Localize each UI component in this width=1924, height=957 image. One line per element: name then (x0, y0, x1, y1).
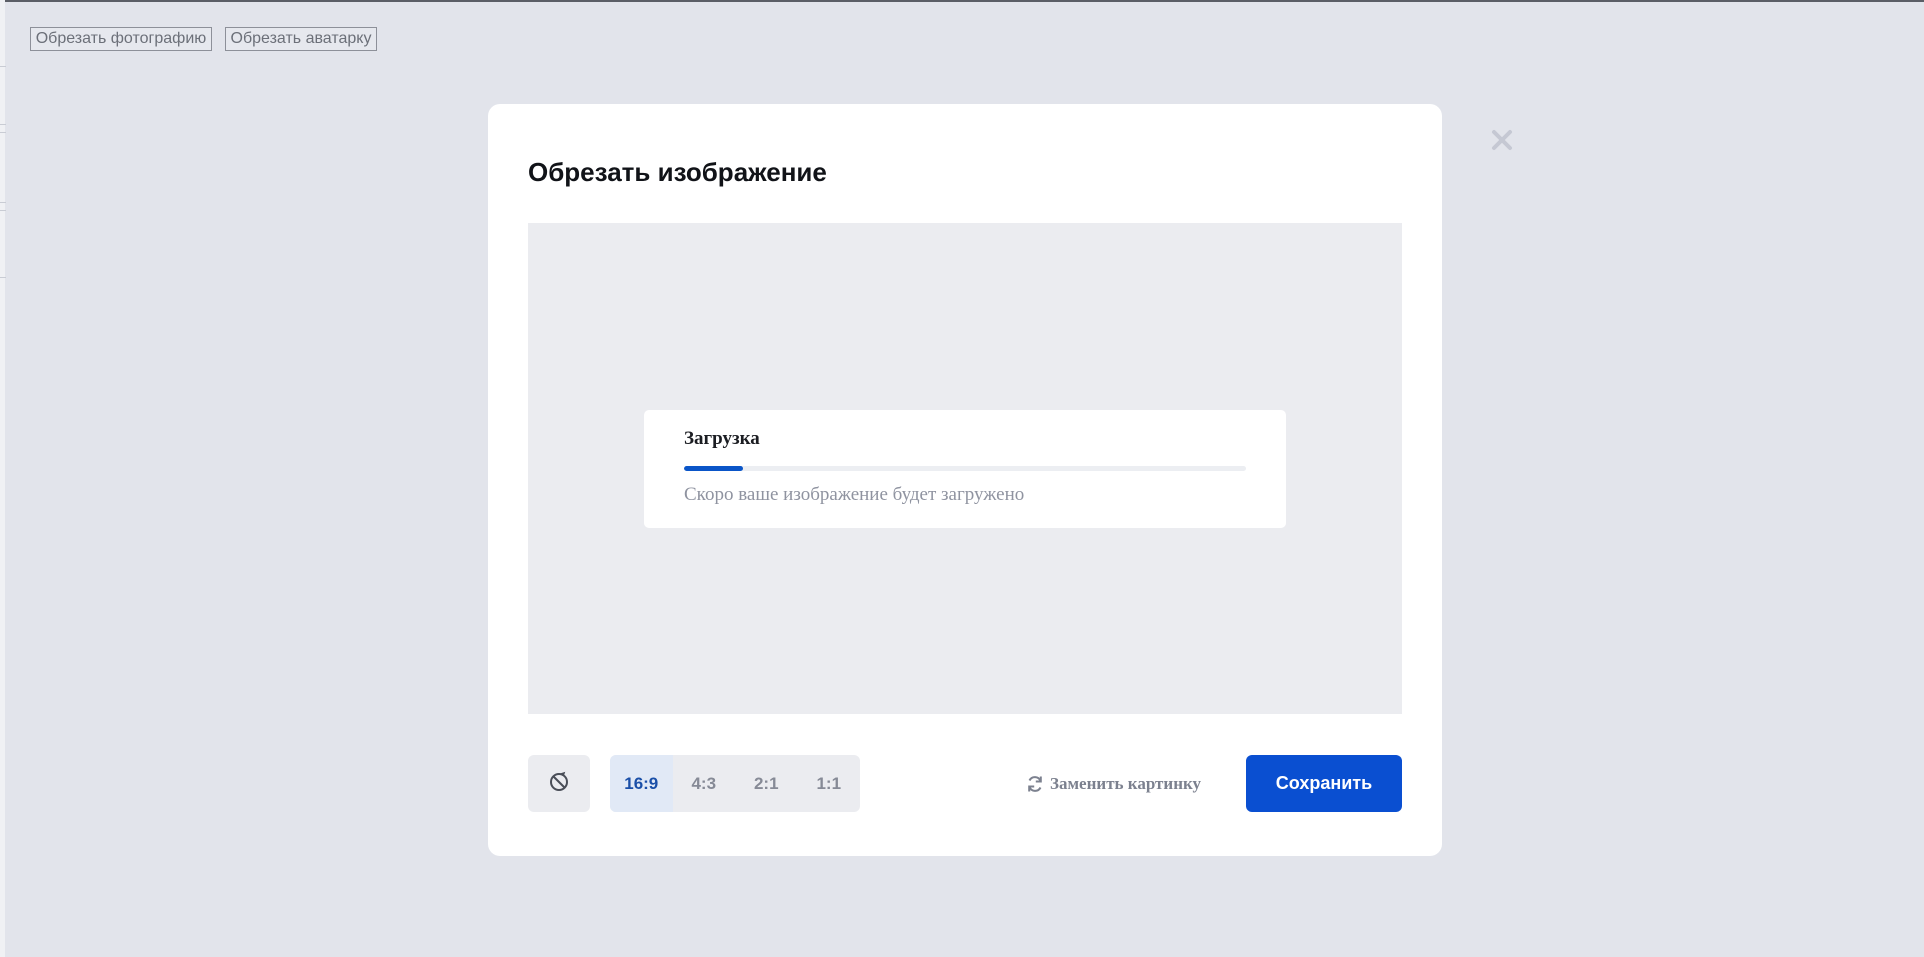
rotate-icon (550, 771, 568, 791)
save-button[interactable]: Сохранить (1246, 755, 1402, 812)
loading-card: Загрузка Скоро ваше изображение будет за… (644, 410, 1286, 528)
left-edge-mark (0, 66, 6, 67)
loading-title: Загрузка (684, 428, 760, 449)
loading-progress-fill (684, 466, 743, 471)
left-edge (0, 0, 5, 957)
ratio-2-1-button[interactable]: 2:1 (735, 755, 798, 812)
replace-image-label: Заменить картинку (1050, 774, 1202, 793)
refresh-icon (1028, 776, 1042, 792)
ratio-1-1-button[interactable]: 1:1 (798, 755, 861, 812)
left-edge-mark (0, 202, 6, 203)
loading-progress-bar (684, 466, 1246, 471)
crop-photo-button[interactable]: Обрезать фотографию (30, 27, 212, 51)
page: Обрезать фотографию Обрезать аватарку Об… (0, 0, 1924, 957)
aspect-ratio-selector: 16:9 4:3 2:1 1:1 (610, 755, 860, 812)
crop-area: Загрузка Скоро ваше изображение будет за… (528, 223, 1402, 714)
modal-title: Обрезать изображение (528, 157, 827, 187)
rotate-button[interactable] (528, 755, 590, 812)
ratio-16-9-button[interactable]: 16:9 (610, 755, 673, 812)
close-button[interactable] (1488, 126, 1516, 154)
close-icon (1492, 130, 1512, 150)
left-edge-mark (0, 210, 6, 211)
crop-avatar-button[interactable]: Обрезать аватарку (225, 27, 377, 51)
crop-modal: Обрезать изображение Загрузка Скоро ваше… (488, 104, 1512, 856)
top-border (0, 0, 1924, 2)
replace-image-button[interactable]: Заменить картинку (1025, 765, 1201, 803)
loading-message: Скоро ваше изображение будет загружено (684, 484, 1025, 505)
left-edge-mark (0, 124, 6, 125)
ratio-4-3-button[interactable]: 4:3 (673, 755, 736, 812)
left-edge-mark (0, 277, 6, 278)
left-edge-mark (0, 132, 6, 133)
